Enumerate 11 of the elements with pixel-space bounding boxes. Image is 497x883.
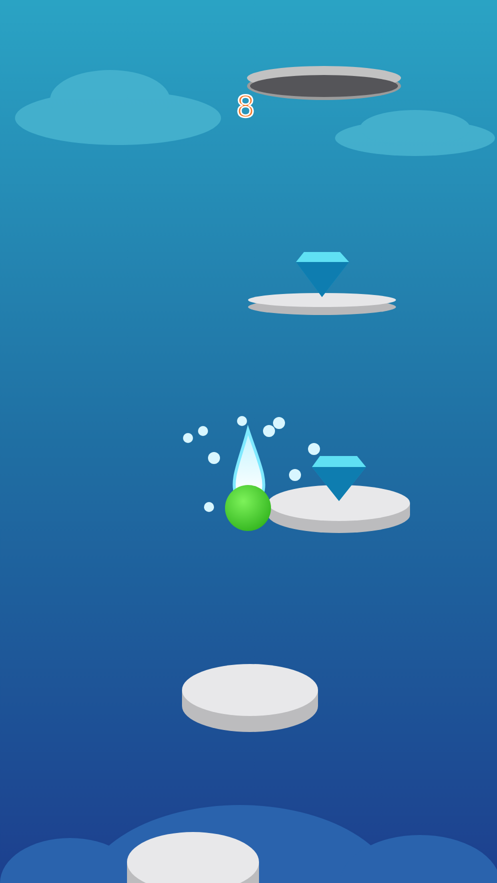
score-counter: 8	[236, 90, 256, 126]
sparkle	[289, 469, 301, 481]
sparkle	[204, 502, 214, 512]
diamond-icon	[312, 456, 366, 501]
ball	[225, 485, 271, 531]
sparkle	[308, 443, 320, 455]
sparkle	[263, 425, 275, 437]
sparkle	[237, 416, 247, 426]
diamond-icon	[296, 252, 349, 297]
sparkle	[273, 417, 285, 429]
sparkle	[208, 452, 220, 464]
